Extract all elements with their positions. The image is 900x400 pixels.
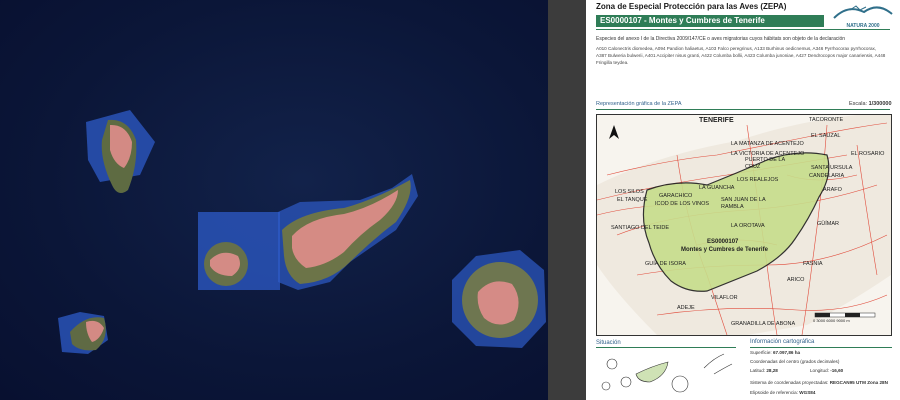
place-label: GÜÍMAR [817,221,839,227]
species-heading: Especies del anexo I de la Directiva 200… [596,36,846,42]
longitude-line: Longitud: -16,60 [810,368,843,373]
situation-map [601,353,733,393]
north-arrow-icon [609,125,619,139]
representation-underline [596,109,890,110]
place-label: PUERTO DE LA CRUZ [745,157,785,170]
zepa-map[interactable]: TENERIFE TACORONTE EL SAUZAL LA MATANZA … [596,114,892,336]
situation-underline [596,347,736,348]
latitude-value: 28,28 [766,368,778,373]
place-label: EL ROSARIO [851,151,885,157]
place-label: EL TANQUE [617,197,648,203]
scale-prefix: Escala: [849,101,868,107]
site-map-code: ES0000107 [707,239,739,245]
islands-map [58,110,546,354]
island-label: TENERIFE [699,117,734,124]
representation-label: Representación gráfica de la ZEPA [596,101,682,107]
place-label: LA MATANZA DE ACENTEJO [731,141,804,147]
place-label: ARAFO [823,187,842,193]
place-label: LA OROTAVA [731,223,765,229]
surface-value: 67.097,86 ha [773,350,801,355]
species-list: A010 Calonectris diomedea, A094 Pandion … [596,46,886,65]
place-label: TACORONTE [809,117,844,123]
place-label: GUÍA DE ISORA [645,261,686,267]
centre-coords-label: Coordenadas del centro (grados decimales… [750,359,840,364]
longitude-label: Longitud: [810,368,829,373]
place-label: LA GUANCHA [699,185,735,191]
ellipsoid-value: WGS84 [799,390,816,395]
projection-value: REGCAN95 UTM Zona 28N [829,380,888,385]
panel-divider[interactable] [548,0,586,400]
title-underline [596,29,890,30]
place-label: FASNIA [803,261,823,267]
place-label: GARACHICO [659,193,693,199]
situation-label: Situación [596,340,621,346]
surface-line: Superficie: 67.097,86 ha [750,350,800,355]
place-label: SANTIAGO DEL TEIDE [611,225,670,231]
scale-value: 1/300000 [868,101,892,107]
natura-2000-logo: NATURA 2000 [830,0,896,30]
carto-info-underline [750,347,892,348]
scale-bar-text: 0 3000 6000 9000 m [813,318,850,323]
satellite-map-view[interactable] [0,0,548,400]
ellipsoid-line: Elipsoide de referencia: WGS84 [750,390,815,395]
place-label: LOS SILOS [615,189,644,195]
place-label: EL SAUZAL [811,133,841,139]
scale-label: Escala: 1/300000 [849,101,892,107]
place-label: VILAFLOR [711,295,738,301]
site-code-title: ES0000107 - Montes y Cumbres de Tenerife [600,16,765,25]
place-label: CANDELARIA [809,173,845,179]
place-label: ARICO [787,277,805,283]
zepa-document-panel: Zona de Especial Protección para las Ave… [586,0,900,400]
place-label: ICOD DE LOS VINOS [655,201,710,207]
place-label: SANTA URSULA [811,165,853,171]
ellipsoid-label: Elipsoide de referencia: [750,390,799,395]
document-title: Zona de Especial Protección para las Ave… [596,2,787,11]
surface-label: Superficie: [750,350,772,355]
projection-label: Sistema de coordenadas proyectadas: [750,380,829,385]
latitude-line: Latitud: 28,28 [750,368,778,373]
site-map-name: Montes y Cumbres de Tenerife [681,247,768,253]
latitude-label: Latitud: [750,368,766,373]
place-label: LOS REALEJOS [737,177,779,183]
place-label: SAN JUAN DE LA RAMBLA [721,197,766,210]
scale-bar [814,312,876,318]
longitude-value: -16,60 [830,368,844,373]
place-label: ADEJE [677,305,695,311]
carto-info-label: Información cartográfica [750,339,815,345]
place-label: GRANADILLA DE ABONA [731,321,796,327]
projection-line: Sistema de coordenadas proyectadas: REGC… [750,380,888,385]
